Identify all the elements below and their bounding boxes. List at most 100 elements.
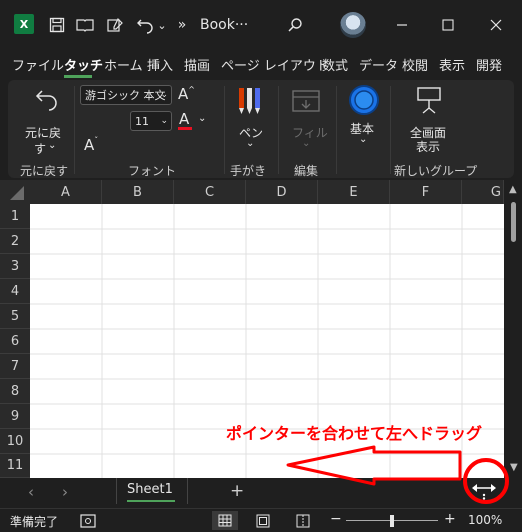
basic-ribbon-button[interactable]: 基本 ⌄: [342, 84, 386, 156]
sheet-tab-sheet1[interactable]: Sheet1: [116, 478, 188, 504]
row-header[interactable]: 11: [0, 454, 30, 478]
page-break-view-icon[interactable]: [296, 514, 310, 528]
tab-developer[interactable]: 開発: [476, 55, 502, 74]
undo-label-line2: す: [34, 142, 47, 156]
tab-insert[interactable]: 挿入: [147, 55, 173, 74]
tab-formulas[interactable]: 数式: [322, 55, 348, 74]
save-icon[interactable]: [46, 12, 68, 38]
row-header[interactable]: 1: [0, 204, 30, 229]
fullscreen-ribbon-button[interactable]: 全画面 表示: [396, 84, 460, 156]
tab-review[interactable]: 校閲: [402, 55, 428, 74]
pen-icon: [239, 88, 260, 114]
active-tab-indicator: [64, 75, 92, 78]
font-name-value: 游ゴシック 本文: [85, 89, 166, 102]
page-layout-view-icon[interactable]: [256, 514, 270, 528]
group-label-edit: 編集: [294, 164, 319, 178]
chevron-down-icon: ⌄: [160, 90, 168, 100]
row-header[interactable]: 3: [0, 254, 30, 279]
font-color-button[interactable]: A ⌄: [178, 110, 208, 132]
prev-sheet-icon[interactable]: ‹: [28, 483, 34, 501]
font-name-select[interactable]: 游ゴシック 本文 ⌄: [80, 85, 172, 105]
column-header-e[interactable]: E: [318, 180, 390, 204]
scroll-up-icon[interactable]: ▲: [509, 184, 517, 195]
column-header-c[interactable]: C: [174, 180, 246, 204]
basic-circle-icon: [349, 85, 379, 115]
ribbon: 元に戻 す ⌄ 元に戻す 游ゴシック 本文 ⌄ A^ 11 ⌄ A ⌄ Aˇ フ…: [8, 80, 514, 178]
group-separator: [390, 86, 391, 174]
tab-file[interactable]: ファイル: [12, 55, 64, 74]
undo-icon[interactable]: [134, 12, 156, 38]
presentation-icon: [417, 87, 441, 114]
column-header-b[interactable]: B: [102, 180, 174, 204]
group-separator: [336, 86, 337, 174]
zoom-slider-thumb[interactable]: [390, 515, 394, 527]
document-title: Book···: [200, 17, 249, 33]
font-size-select[interactable]: 11 ⌄: [130, 111, 172, 131]
font-color-swatch: [178, 127, 192, 130]
scrollbar-thumb[interactable]: [511, 202, 516, 242]
row-header[interactable]: 7: [0, 354, 30, 379]
status-bar: 準備完了 − + 100%: [0, 508, 522, 532]
column-header-g[interactable]: G: [462, 180, 504, 204]
group-label-font: フォント: [128, 164, 177, 178]
annotation-text: ポインターを合わせて左へドラッグ: [226, 424, 483, 443]
select-all-corner[interactable]: [0, 180, 30, 204]
undo-dropdown-icon[interactable]: ⌄: [156, 12, 168, 38]
row-header[interactable]: 10: [0, 429, 30, 454]
chevron-down-icon: ⌄: [160, 116, 168, 126]
pen-ribbon-button[interactable]: ペン ⌄: [230, 84, 270, 156]
shrink-font-icon[interactable]: Aˇ: [84, 136, 98, 154]
search-icon[interactable]: [284, 12, 306, 38]
sheet-tab-label: Sheet1: [127, 482, 173, 497]
tab-data[interactable]: データ: [359, 55, 398, 74]
tab-view[interactable]: 表示: [439, 55, 465, 74]
close-icon[interactable]: [484, 12, 508, 38]
row-header[interactable]: 8: [0, 379, 30, 404]
tab-page-layout[interactable]: ページ レイアウト: [221, 55, 329, 74]
horizontal-resize-handle[interactable]: [464, 478, 504, 504]
tab-home[interactable]: ホーム: [104, 55, 143, 74]
font-color-icon: A: [179, 110, 190, 128]
column-headers: A B C D E F G: [0, 180, 504, 204]
row-header[interactable]: 2: [0, 229, 30, 254]
group-separator: [74, 86, 75, 174]
avatar[interactable]: [340, 12, 366, 38]
column-header-d[interactable]: D: [246, 180, 318, 204]
undo-label-line1: 元に戻: [25, 126, 62, 140]
excel-app-icon[interactable]: X: [14, 14, 34, 34]
grid-view-icon: [218, 514, 232, 527]
chevron-down-icon: ⌄: [198, 113, 207, 124]
undo-ribbon-button[interactable]: 元に戻 す ⌄: [16, 84, 72, 156]
zoom-in-button[interactable]: +: [444, 511, 456, 527]
read-mode-icon[interactable]: [74, 12, 96, 38]
row-header[interactable]: 9: [0, 404, 30, 429]
fill-ribbon-button[interactable]: フィル ⌄: [284, 84, 328, 156]
scroll-down-icon[interactable]: ▼: [510, 462, 518, 473]
add-sheet-button[interactable]: +: [230, 481, 244, 501]
more-commands-icon[interactable]: »: [174, 12, 190, 38]
group-label-draw: 手がき: [230, 164, 267, 178]
form-icon[interactable]: [104, 12, 126, 38]
minimize-icon[interactable]: [390, 12, 414, 38]
accessibility-icon[interactable]: [80, 514, 96, 528]
zoom-level[interactable]: 100%: [468, 513, 502, 527]
normal-view-button[interactable]: [212, 511, 238, 530]
column-header-f[interactable]: F: [390, 180, 462, 204]
next-sheet-icon[interactable]: ›: [62, 483, 68, 501]
resize-arrows-icon: [472, 484, 496, 504]
maximize-icon[interactable]: [436, 12, 460, 38]
row-header[interactable]: 5: [0, 304, 30, 329]
sheet-tab-underline: [127, 500, 175, 502]
vertical-scrollbar[interactable]: ▲ ▼: [504, 180, 522, 478]
row-header[interactable]: 4: [0, 279, 30, 304]
title-bar: X ⌄ » Book···: [0, 0, 522, 50]
tab-draw[interactable]: 描画: [184, 55, 210, 74]
tab-touch[interactable]: タッチ: [64, 55, 103, 74]
zoom-out-button[interactable]: −: [330, 511, 342, 527]
row-header[interactable]: 6: [0, 329, 30, 354]
grow-font-icon[interactable]: A^: [178, 85, 195, 103]
fill-icon: [292, 90, 320, 112]
column-header-a[interactable]: A: [30, 180, 102, 204]
font-size-value: 11: [135, 114, 149, 128]
chevron-down-icon: ⌄: [359, 134, 368, 145]
